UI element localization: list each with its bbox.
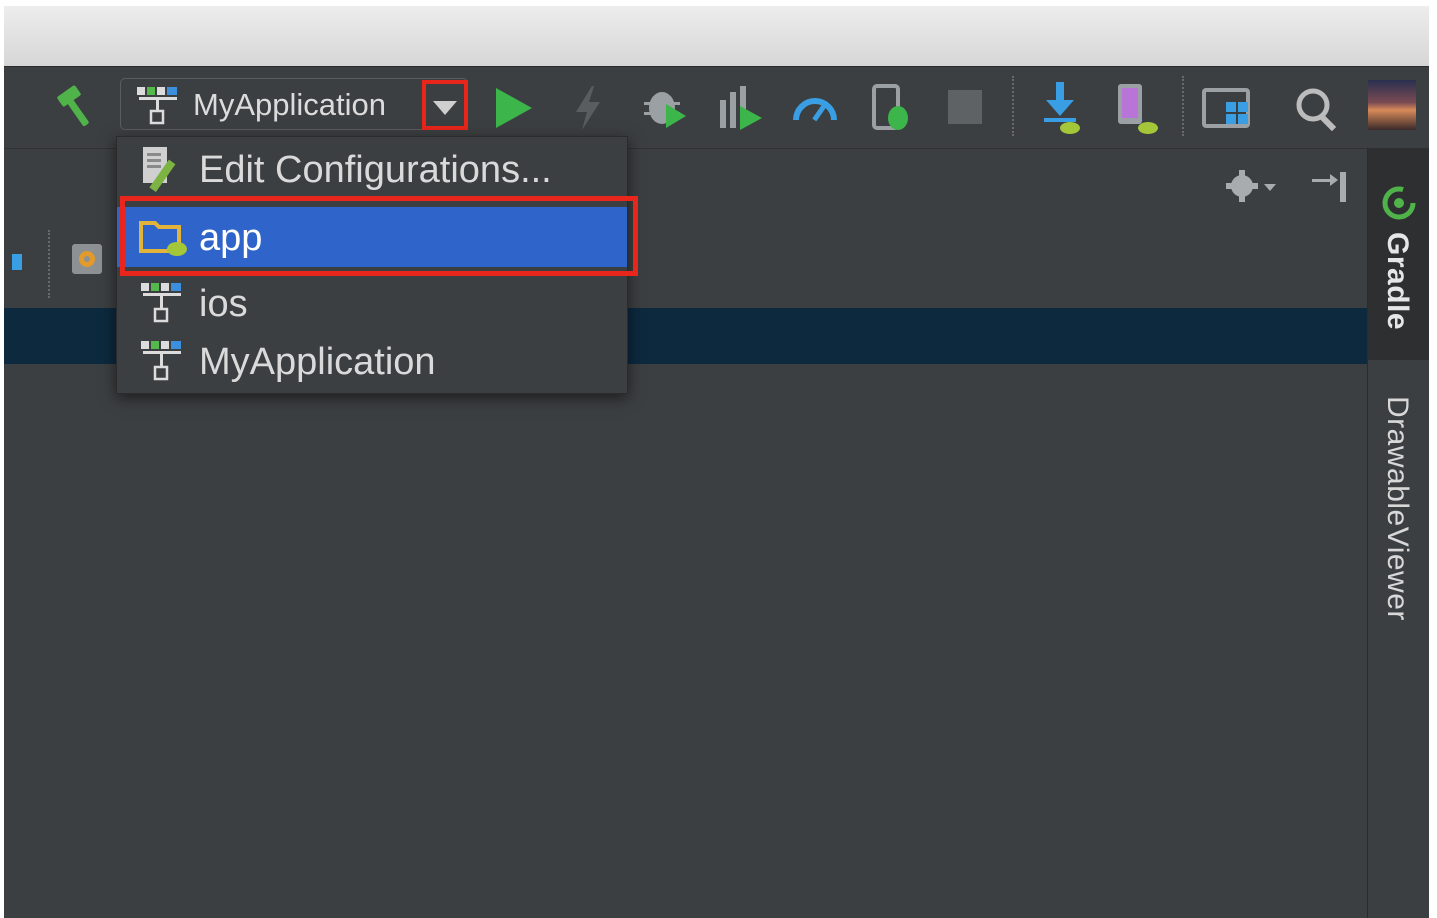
sdk-manager-icon[interactable]: [1036, 80, 1086, 134]
attach-debugger-icon[interactable]: [870, 82, 916, 134]
left-edge-icon: [12, 254, 22, 270]
tool-window-content: [4, 364, 1367, 918]
run-icon[interactable]: [490, 84, 536, 132]
menu-item-ios[interactable]: ios: [117, 273, 627, 333]
drawableviewer-tab-label[interactable]: DrawableViewer: [1380, 396, 1414, 621]
toolbar-separator: [1182, 76, 1184, 136]
gradle-tab[interactable]: Gradle: [1368, 148, 1429, 360]
gear-icon[interactable]: [1224, 166, 1282, 206]
run-config-icon: [141, 341, 181, 381]
apply-changes-icon[interactable]: [570, 84, 606, 132]
hide-panel-icon[interactable]: [1308, 166, 1352, 206]
debug-icon[interactable]: [640, 82, 690, 132]
menu-item-label: MyApplication: [199, 341, 436, 383]
profile-icon[interactable]: [716, 82, 766, 132]
avd-manager-icon[interactable]: [1112, 80, 1162, 134]
settings-wrench-icon[interactable]: [68, 240, 118, 286]
ide-window: MyApplication Gradle DrawableViewer Edit…: [4, 6, 1429, 918]
search-icon[interactable]: [1294, 86, 1342, 134]
menu-item-label: ios: [199, 283, 248, 325]
panel-separator: [48, 230, 50, 298]
toolbar-separator: [1012, 76, 1014, 136]
run-config-dropdown-arrow[interactable]: [422, 80, 468, 130]
run-config-selector[interactable]: MyApplication: [120, 78, 468, 130]
run-config-label: MyApplication: [193, 87, 386, 122]
stop-icon[interactable]: [948, 90, 982, 124]
user-avatar[interactable]: [1368, 80, 1416, 130]
gradle-tab-label: Gradle: [1381, 232, 1414, 331]
menu-item-myapplication[interactable]: MyApplication: [117, 331, 627, 391]
right-tool-strip: Gradle DrawableViewer: [1367, 148, 1429, 918]
dropdown-arrow-icon: [433, 101, 457, 115]
run-config-icon: [141, 283, 181, 323]
app-highlight-box: [120, 196, 638, 276]
edit-config-icon: [143, 147, 176, 193]
profiler-icon[interactable]: [792, 88, 838, 128]
run-config-icon: [137, 87, 177, 125]
project-structure-icon[interactable]: [1200, 86, 1254, 130]
gradle-icon: [1382, 186, 1416, 220]
menu-item-edit-configurations[interactable]: Edit Configurations...: [117, 139, 627, 199]
build-hammer-icon[interactable]: [52, 82, 102, 132]
menu-item-label: Edit Configurations...: [199, 149, 552, 191]
title-bar: [4, 6, 1429, 66]
